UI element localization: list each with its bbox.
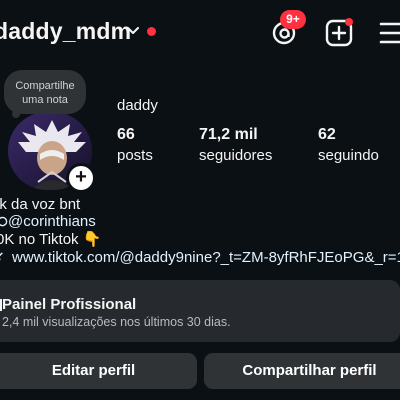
dashboard-title: Painel Profissional bbox=[2, 296, 137, 313]
share-profile-button[interactable]: Compartilhar perfil bbox=[204, 353, 400, 389]
edit-profile-button[interactable]: Editar perfil bbox=[0, 353, 197, 389]
bio-mention[interactable]: @corinthians bbox=[8, 213, 96, 230]
bio-line-1: lk da voz bnt bbox=[0, 196, 81, 213]
stat-posts-value[interactable]: 66 bbox=[117, 126, 135, 144]
display-name: daddy bbox=[117, 97, 158, 114]
threads-small-icon bbox=[0, 216, 8, 227]
stat-following-label[interactable]: seguindo bbox=[318, 147, 379, 164]
stat-posts-label[interactable]: posts bbox=[117, 147, 153, 164]
note-bubble[interactable]: Compartilhe uma nota bbox=[4, 70, 86, 114]
dashboard-subtitle: 2,4 mil visualizações nos últimos 30 dia… bbox=[2, 315, 231, 329]
bio-link[interactable]: www.tiktok.com/@daddy9nine?_t=ZM-8yfRhFJ… bbox=[12, 249, 400, 266]
stat-following-value[interactable]: 62 bbox=[318, 126, 336, 144]
menu-icon[interactable] bbox=[378, 19, 400, 47]
add-post-dot bbox=[345, 18, 353, 26]
bio-line-3: 0K no Tiktok 👇 bbox=[0, 231, 102, 248]
link-icon bbox=[0, 252, 3, 261]
chevron-down-icon[interactable] bbox=[125, 22, 141, 38]
stat-followers-label[interactable]: seguidores bbox=[199, 147, 272, 164]
notification-dot bbox=[147, 27, 156, 36]
add-story-icon[interactable]: + bbox=[66, 163, 96, 193]
threads-badge: 9+ bbox=[280, 10, 306, 29]
stat-followers-value[interactable]: 71,2 mil bbox=[199, 126, 258, 144]
account-username[interactable]: daddy_mdm bbox=[0, 18, 131, 45]
